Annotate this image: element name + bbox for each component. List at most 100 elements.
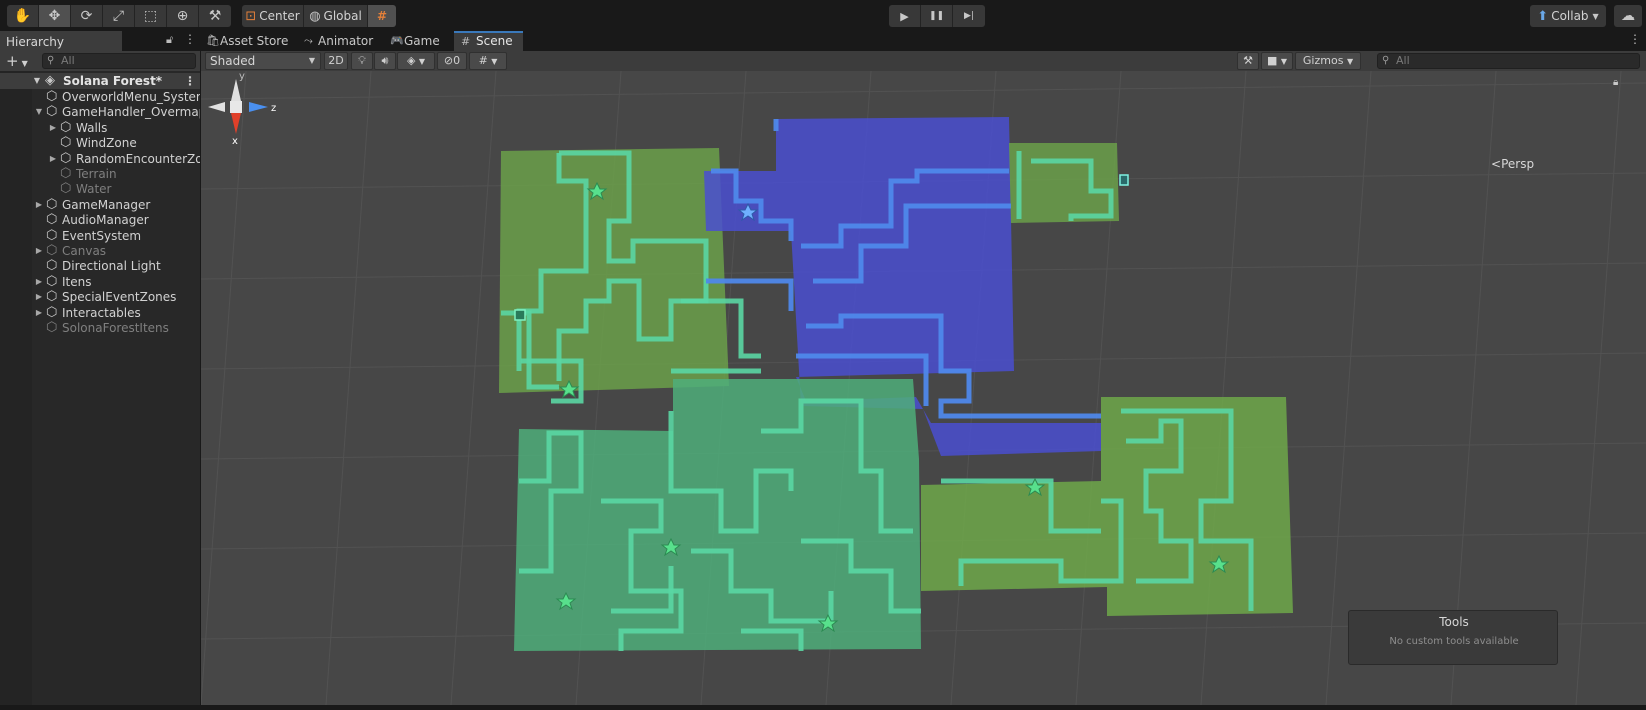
effects-dropdown[interactable]: ◈ ▼ (397, 52, 435, 70)
hierarchy-toolbar: + ▼ ⚲ All (0, 51, 200, 71)
hierarchy-item[interactable]: ⬡ Terrain (0, 166, 200, 182)
tab-hierarchy[interactable]: Hierarchy (0, 31, 122, 51)
tab-asset-store[interactable]: 🛍 Asset Store (206, 31, 288, 51)
hierarchy-item-label: SpecialEventZones (62, 290, 177, 305)
hierarchy-item[interactable]: ⬡ Water (0, 181, 200, 197)
expand-arrow-icon[interactable]: ▼ (32, 73, 42, 89)
hidden-objects-toggle[interactable]: ⊘0 (437, 52, 467, 70)
gameobject-cube-icon: ⬡ (46, 304, 58, 320)
hierarchy-item[interactable]: ⬡ AudioManager (0, 212, 200, 228)
hierarchy-item[interactable]: ▶⬡ RandomEncounterZone (0, 151, 200, 167)
audio-toggle[interactable]: 🔊︎ (374, 52, 396, 70)
orientation-gizmo[interactable]: y z x (201, 71, 281, 181)
scene-root-row[interactable]: ▼ ◈ Solana Forest* ⋮ (0, 73, 200, 89)
hierarchy-item[interactable]: ▶ ⬡ Itens (0, 274, 200, 290)
collab-button[interactable]: ⬆ Collab ▼ (1530, 5, 1606, 27)
hierarchy-item[interactable]: ▶ ⬡ GameManager (0, 197, 200, 213)
scene-panel: 🛍 Asset Store ⤳ Animator 🎮 Game # Scene … (201, 31, 1646, 705)
rotate-tool-button[interactable]: ⟳ (71, 5, 103, 27)
grid-snap-icon: # (376, 9, 388, 23)
pivot-center-button[interactable]: ⊡ Center (242, 5, 304, 27)
hierarchy-item[interactable]: ▶ ⬡ SpecialEventZones (0, 289, 200, 305)
zone-green-northeast (1009, 143, 1119, 223)
hierarchy-search-input[interactable]: ⚲ All (42, 53, 196, 69)
shading-mode-dropdown[interactable]: Shaded ▼ (205, 52, 321, 70)
chevron-down-icon: ▼ (418, 57, 426, 66)
chevron-down-icon: ▼ (308, 56, 315, 65)
gameobject-cube-icon: ⬡ (60, 119, 72, 135)
hierarchy-item-label: Interactables (62, 305, 141, 320)
toggle-2d-button[interactable]: 2D (324, 52, 348, 70)
hierarchy-item[interactable]: ⬡ SolonaForestItens (0, 320, 200, 336)
tools-toggle[interactable]: ⚒ (1237, 52, 1259, 70)
expand-arrow-icon[interactable]: ▶ (34, 289, 44, 305)
eye-slash-icon: ⊘ (443, 54, 454, 67)
transform-tool-button[interactable]: ⊕ (167, 5, 199, 27)
hierarchy-item[interactable]: ▶ ⬡ Canvas (0, 243, 200, 259)
play-button[interactable]: ▶ (889, 5, 921, 27)
add-object-button[interactable]: + ▼ (6, 52, 28, 70)
grid-dropdown[interactable]: # ▼ (469, 52, 507, 70)
exit-door-icon-east[interactable] (1119, 174, 1129, 186)
hand-icon: ✋ (13, 8, 32, 24)
hierarchy-item[interactable]: ⬡ EventSystem (0, 228, 200, 244)
scene-name: Solana Forest* (63, 74, 163, 88)
exit-door-icon-west[interactable] (514, 309, 526, 321)
tab-scene[interactable]: # Scene (454, 31, 523, 51)
gizmo-y-axis (231, 79, 241, 101)
expand-arrow-icon[interactable]: ▶ (34, 305, 44, 321)
hierarchy-item[interactable]: ▶ ⬡ Walls (0, 120, 200, 136)
tools-overlay-title: Tools (1439, 615, 1469, 629)
expand-arrow-icon[interactable]: ▶ (34, 243, 44, 259)
tab-animator[interactable]: ⤳ Animator (304, 31, 373, 51)
hierarchy-item[interactable]: ⬡ WindZone (0, 135, 200, 151)
camera-icon: ■ (1266, 54, 1278, 67)
hierarchy-tab-bar: Hierarchy 🔓︎ ⋮ (0, 31, 200, 51)
chevron-down-icon: ▼ (1592, 11, 1599, 21)
move-tool-button[interactable]: ✥ (39, 5, 71, 27)
lock-icon[interactable]: 🔒︎ (1613, 77, 1618, 88)
tab-game[interactable]: 🎮 Game (390, 31, 440, 51)
handle-global-button[interactable]: ◍ Global (304, 5, 368, 27)
lock-icon[interactable]: 🔓︎ (166, 33, 173, 47)
hierarchy-item[interactable]: ▼ ⬡ GameHandler_Overmap (0, 104, 200, 120)
expand-arrow-icon[interactable]: ▶ (48, 120, 58, 136)
kebab-menu-icon[interactable]: ⋮ (1629, 32, 1641, 46)
layers-icon: ◈ (406, 54, 416, 67)
hand-tool-button[interactable]: ✋ (7, 5, 39, 27)
expand-arrow-icon[interactable]: ▶ (34, 274, 44, 290)
scene-menu-icon[interactable]: ⋮ (184, 73, 196, 89)
gameobject-cube-icon: ⬡ (60, 166, 72, 181)
hierarchy-item-label: WindZone (76, 136, 137, 151)
scene-viewport[interactable]: y z x <Persp 🔒︎ Tools No custom tools av… (201, 71, 1646, 705)
rotate-icon: ⟳ (80, 8, 93, 24)
gameobject-cube-icon: ⬡ (60, 181, 72, 197)
kebab-menu-icon[interactable]: ⋮ (184, 32, 196, 46)
hidden-count: 0 (453, 54, 461, 67)
camera-dropdown[interactable]: ■ ▼ (1261, 52, 1293, 70)
rect-tool-button[interactable]: ⬚ (135, 5, 167, 27)
hierarchy-item[interactable]: ▶ ⬡ Interactables (0, 305, 200, 321)
custom-tool-button[interactable]: ⚒ (199, 5, 231, 27)
gameobject-cube-icon: ⬡ (60, 135, 72, 151)
main-toolbar: ✋ ✥ ⟳ ⤢ ⬚ ⊕ ⚒ ⊡ Center ◍ Global # ▶ ❚❚ ▶… (0, 0, 1646, 31)
step-button[interactable]: ▶| (953, 5, 985, 27)
expand-arrow-icon[interactable]: ▶ (34, 197, 44, 213)
scene-search-input[interactable]: ⚲ All (1377, 53, 1640, 69)
hierarchy-item[interactable]: ⬡ OverworldMenu_System (0, 89, 200, 105)
gameobject-cube-icon: ⬡ (60, 150, 72, 166)
hierarchy-item-label: Directional Light (62, 259, 161, 274)
projection-toggle[interactable]: <Persp (1491, 157, 1534, 171)
gameobject-cube-icon: ⬡ (46, 227, 58, 243)
lighting-toggle[interactable]: 💡︎ (351, 52, 373, 70)
expand-arrow-icon[interactable]: ▶ (48, 151, 58, 167)
hierarchy-item[interactable]: ⬡ Directional Light (0, 258, 200, 274)
cloud-button[interactable]: ☁ (1614, 5, 1642, 27)
cloud-group: ☁ (1614, 5, 1642, 27)
scale-tool-button[interactable]: ⤢ (103, 5, 135, 27)
pause-button[interactable]: ❚❚ (921, 5, 953, 27)
status-bar (0, 705, 1646, 710)
gizmos-dropdown[interactable]: Gizmos ▼ (1295, 52, 1361, 70)
grid-snap-button[interactable]: # (368, 5, 396, 27)
collapse-arrow-icon[interactable]: ▼ (34, 104, 44, 120)
